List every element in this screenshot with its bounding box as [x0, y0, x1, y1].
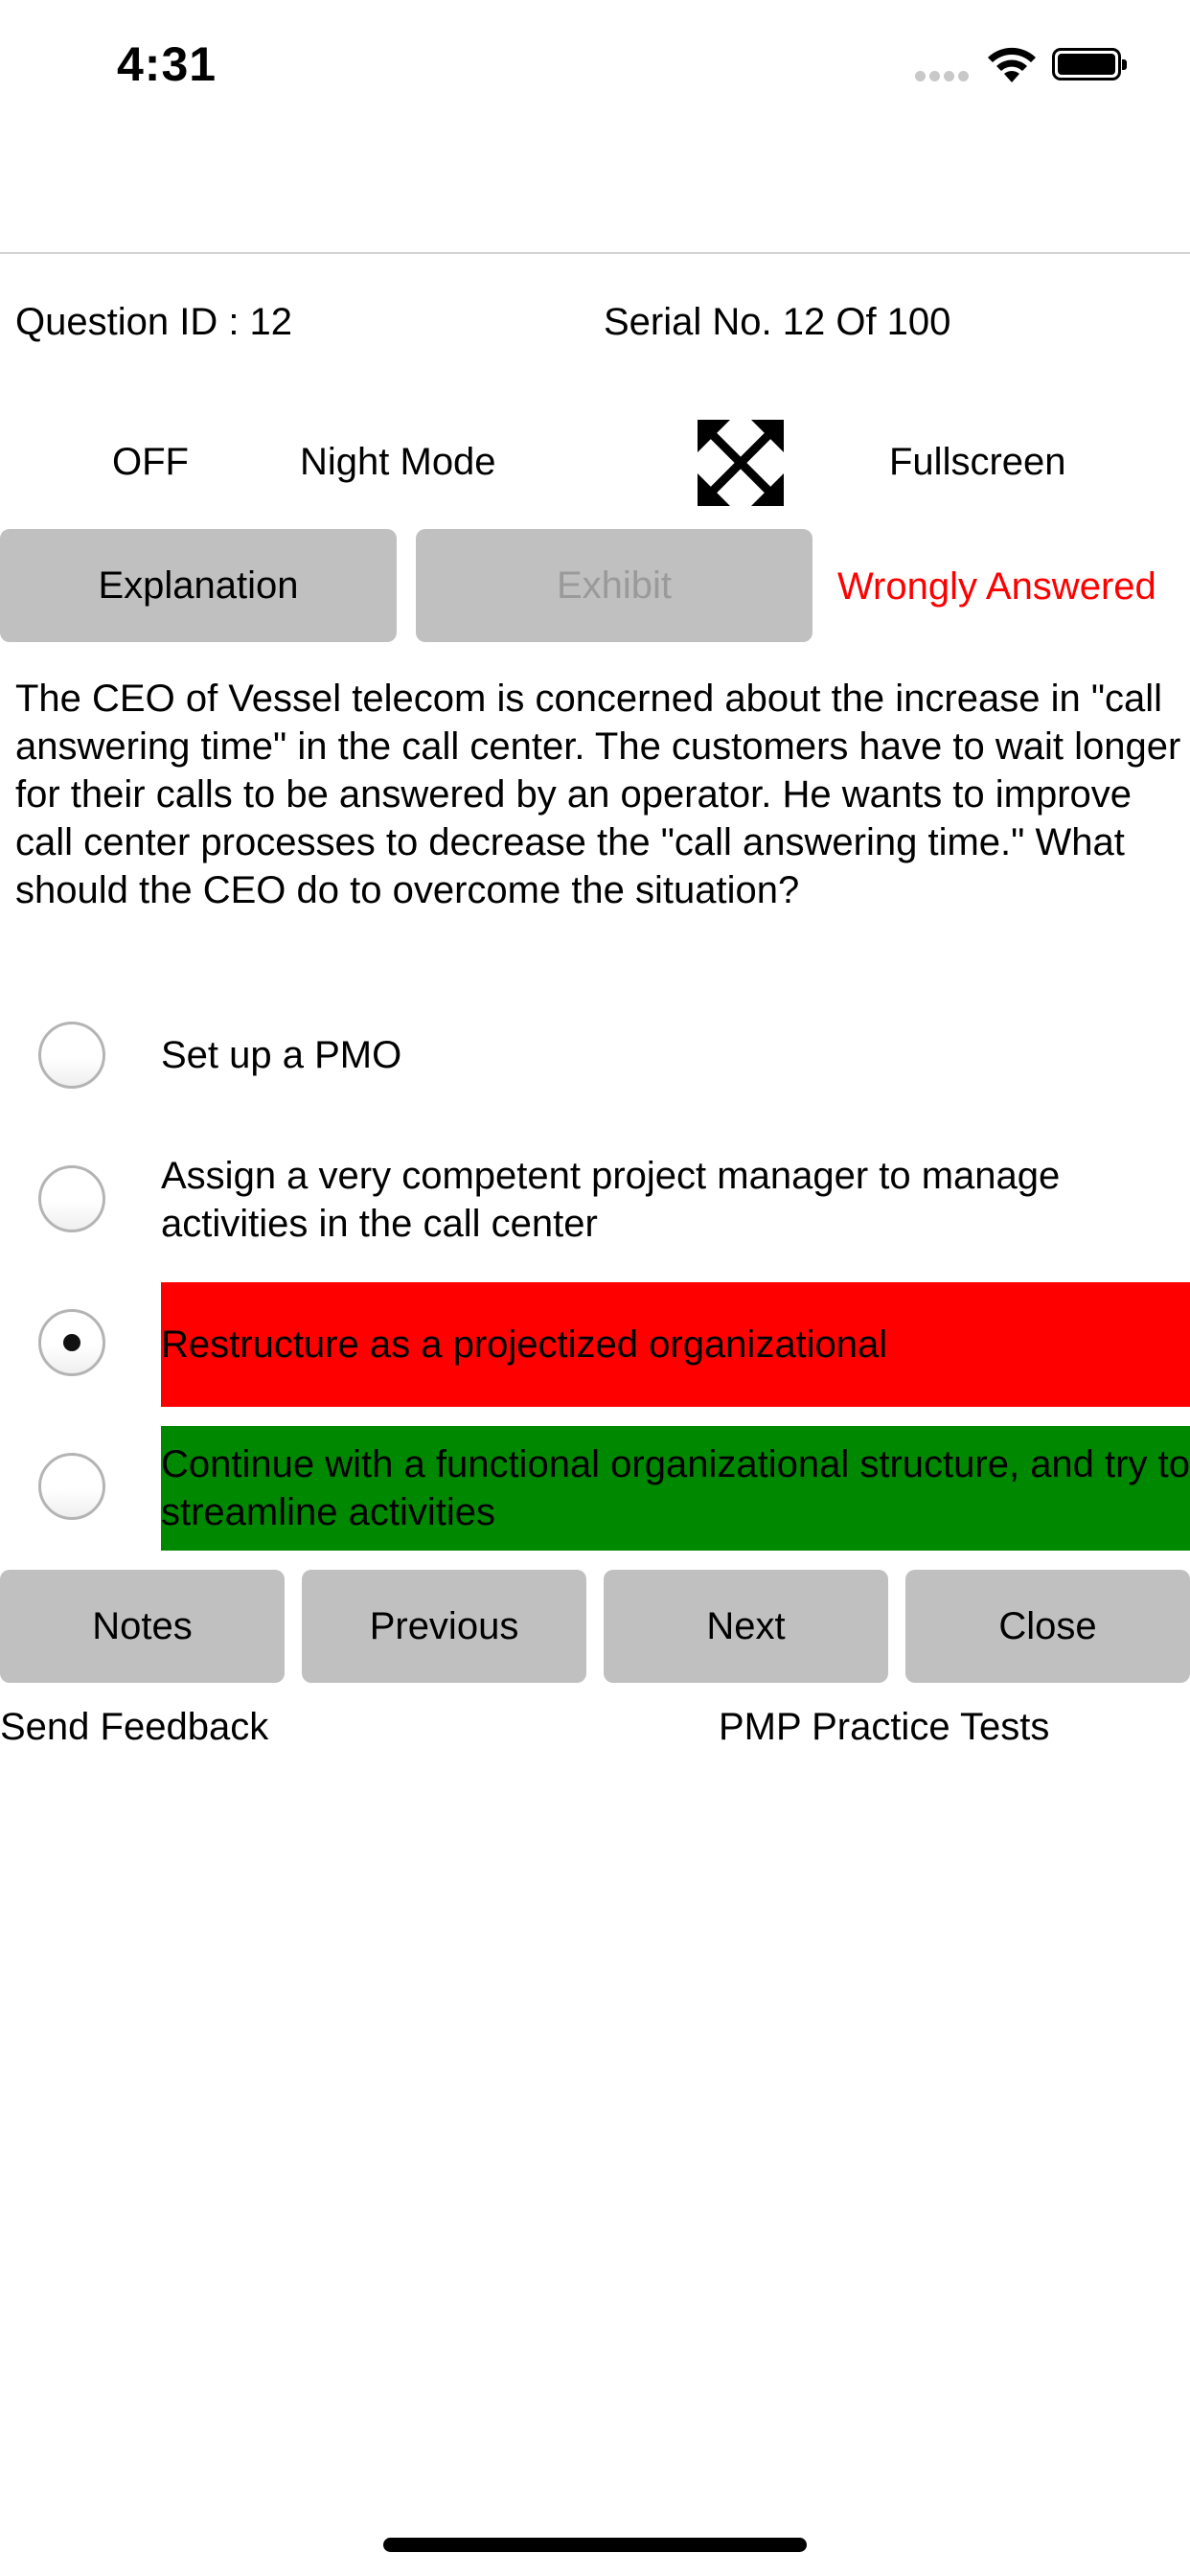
header-divider	[0, 252, 1190, 254]
answer-status-label: Wrongly Answered	[837, 565, 1156, 608]
notes-button[interactable]: Notes	[0, 1570, 285, 1683]
expand-arrows-icon[interactable]	[698, 420, 784, 506]
option-label-wrong[interactable]: Restructure as a projectized organizatio…	[161, 1282, 1190, 1407]
next-button[interactable]: Next	[604, 1570, 888, 1683]
question-text: The CEO of Vessel telecom is concerned a…	[15, 678, 1181, 911]
exhibit-button[interactable]: Exhibit	[416, 529, 812, 642]
home-indicator[interactable]	[383, 2538, 807, 2552]
radio-button[interactable]	[38, 1453, 105, 1520]
night-mode-toggle[interactable]: OFF	[112, 443, 189, 481]
serial-number-label: Serial No. 12 Of 100	[604, 301, 951, 343]
previous-button[interactable]: Previous	[302, 1570, 586, 1683]
close-button[interactable]: Close	[905, 1570, 1190, 1683]
option-label[interactable]: Set up a PMO	[161, 1022, 1190, 1089]
send-feedback-link[interactable]: Send Feedback	[0, 1708, 268, 1746]
radio-button[interactable]	[38, 1022, 105, 1089]
night-mode-label: Night Mode	[300, 441, 496, 483]
wifi-icon	[988, 47, 1036, 82]
cellular-signal-icon	[915, 69, 973, 82]
quiz-screen: 4:31 Question ID : 12 Serial No. 12 Of 1…	[0, 0, 1190, 2576]
option-label-correct[interactable]: Continue with a functional organizationa…	[161, 1426, 1190, 1551]
status-time: 4:31	[117, 37, 217, 91]
option-label[interactable]: Assign a very competent project manager …	[161, 1152, 1190, 1248]
question-id-label: Question ID : 12	[15, 301, 293, 343]
app-name-label: PMP Practice Tests	[719, 1706, 1050, 1748]
battery-icon	[1052, 48, 1127, 80]
status-bar: 4:31	[0, 0, 1190, 126]
radio-button[interactable]	[38, 1165, 105, 1232]
explanation-button[interactable]: Explanation	[0, 529, 397, 642]
fullscreen-label[interactable]: Fullscreen	[889, 443, 1066, 481]
radio-button-selected[interactable]	[38, 1309, 105, 1376]
